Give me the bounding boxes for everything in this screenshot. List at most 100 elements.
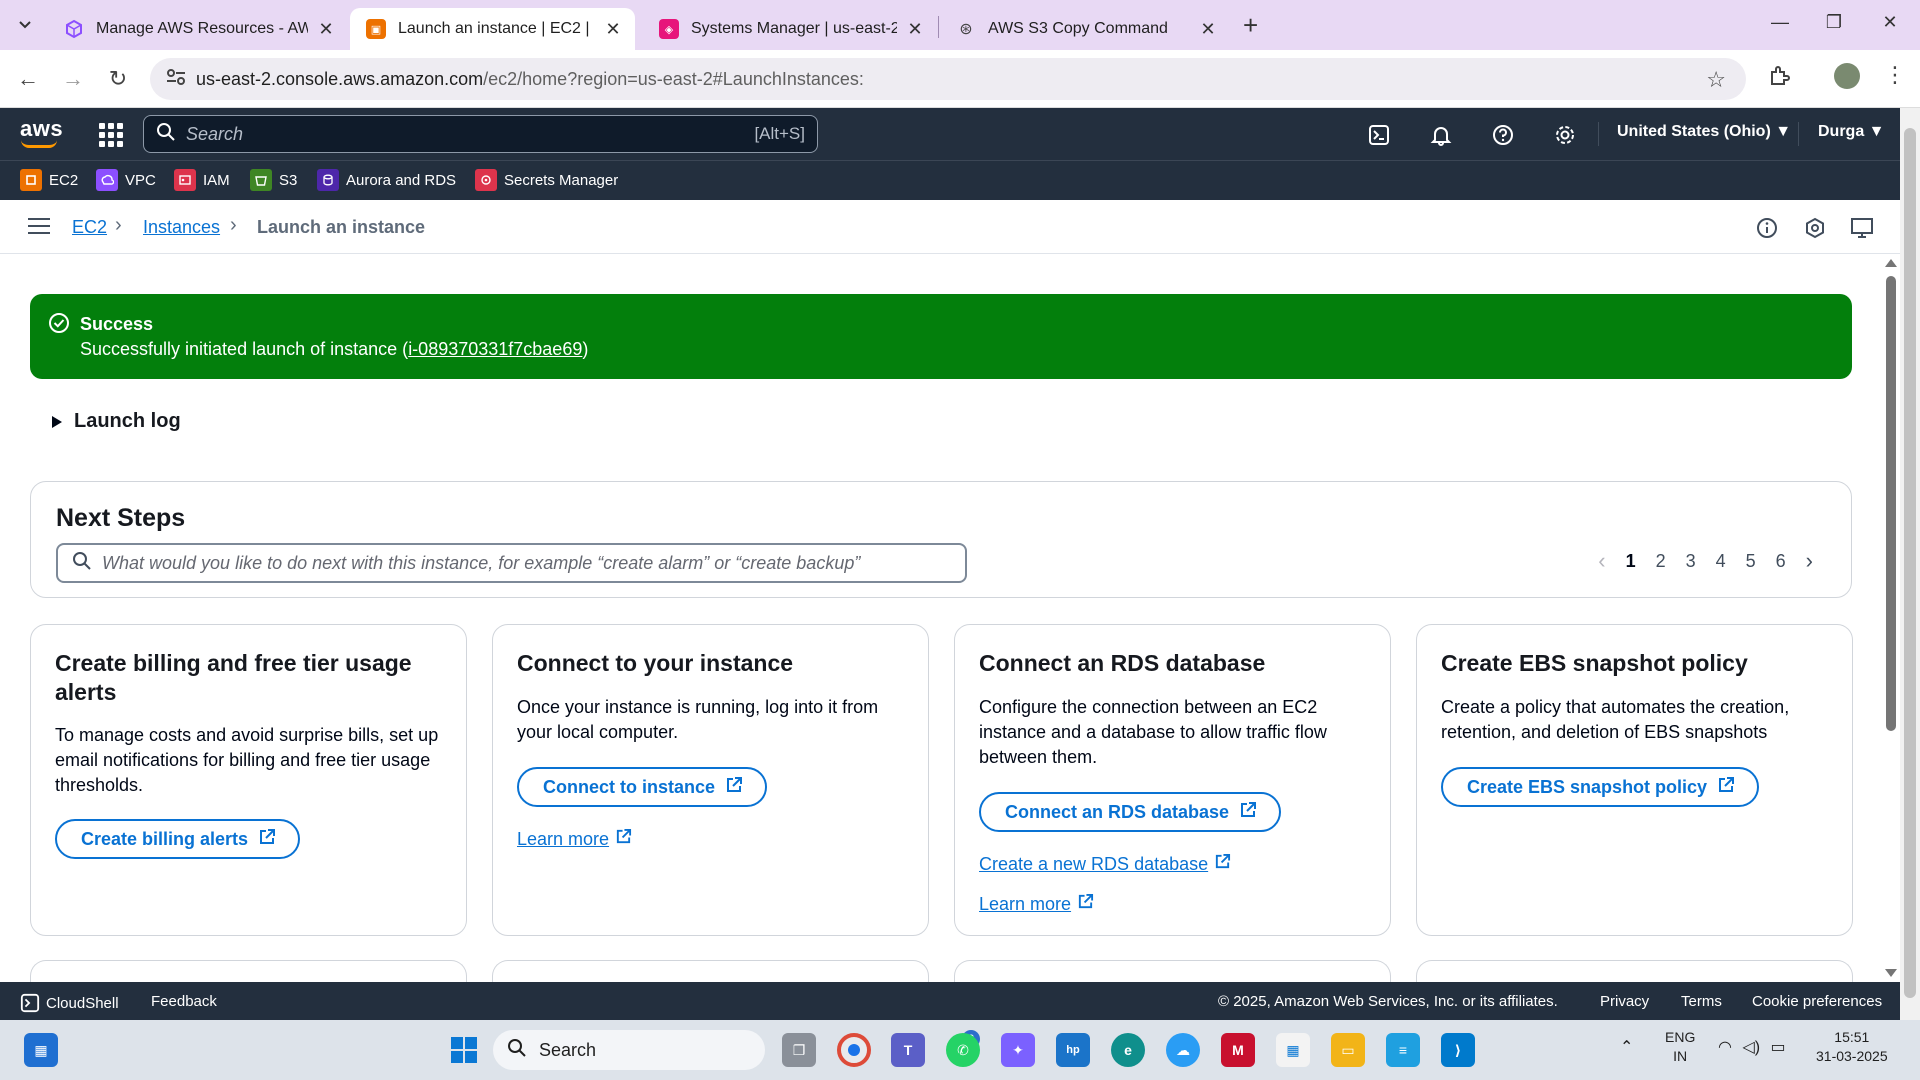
security-settings-icon[interactable]	[1803, 216, 1827, 240]
preferences-monitor-icon[interactable]	[1850, 216, 1874, 240]
back-button[interactable]: ←	[13, 66, 43, 92]
search-icon	[72, 551, 92, 576]
close-tab-icon[interactable]: ✕	[603, 19, 623, 40]
help-icon[interactable]	[1490, 122, 1516, 148]
minimize-window-button[interactable]: —	[1760, 12, 1800, 33]
page-5[interactable]: 5	[1746, 551, 1756, 572]
taskbar-search[interactable]: Search	[493, 1030, 765, 1070]
create-rds-database-link[interactable]: Create a new RDS database	[979, 853, 1231, 875]
copilot-icon[interactable]: ✦	[1001, 1033, 1035, 1067]
notepad-icon[interactable]: ≡	[1386, 1033, 1420, 1067]
vscode-icon[interactable]: ⟩	[1441, 1033, 1475, 1067]
connect-rds-database-button[interactable]: Connect an RDS database	[979, 792, 1282, 832]
tab-search-dropdown[interactable]	[8, 10, 42, 40]
edge-icon[interactable]: e	[1111, 1033, 1145, 1067]
cloudshell-icon[interactable]	[1366, 122, 1392, 148]
scroll-up-arrow-icon[interactable]	[1885, 259, 1897, 267]
cloudshell-footer-button[interactable]: CloudShell	[20, 993, 119, 1013]
clock[interactable]: 15:51 31-03-2025	[1816, 1028, 1888, 1066]
settings-gear-icon[interactable]	[1552, 122, 1578, 148]
reload-button[interactable]: ↻	[103, 66, 133, 92]
scrollbar-thumb[interactable]	[1886, 276, 1896, 731]
info-icon[interactable]	[1755, 216, 1779, 240]
whatsapp-icon[interactable]: ✆	[946, 1033, 980, 1067]
breadcrumb-ec2[interactable]: EC2	[72, 217, 107, 238]
browser-tab-3[interactable]: ◈ Systems Manager | us-east-2 ✕	[643, 8, 937, 50]
browser-tab-4[interactable]: ⊛ AWS S3 Copy Command ✕	[940, 8, 1230, 50]
create-ebs-snapshot-policy-button[interactable]: Create EBS snapshot policy	[1441, 767, 1760, 807]
favorite-iam[interactable]: IAM	[174, 169, 230, 191]
teams-icon[interactable]: T	[891, 1033, 925, 1067]
clock-date: 31-03-2025	[1816, 1048, 1888, 1064]
restore-window-button[interactable]: ❐	[1814, 12, 1854, 33]
card-title: Connect to your instance	[517, 650, 794, 676]
file-explorer-icon[interactable]: ▭	[1331, 1033, 1365, 1067]
myhp-icon[interactable]: hp	[1056, 1033, 1090, 1067]
task-view-icon[interactable]: ❐	[782, 1033, 816, 1067]
new-tab-button[interactable]: +	[1243, 12, 1258, 38]
services-grid-icon[interactable]	[99, 123, 123, 147]
notifications-bell-icon[interactable]	[1428, 122, 1454, 148]
feedback-link[interactable]: Feedback	[151, 993, 217, 1010]
content-scrollbar[interactable]	[1882, 254, 1900, 982]
page-6[interactable]: 6	[1776, 551, 1786, 572]
launch-log-expander[interactable]: Launch log	[52, 410, 181, 433]
language-indicator[interactable]: ENG IN	[1665, 1028, 1695, 1066]
page-scrollbar-thumb[interactable]	[1904, 128, 1916, 998]
region-selector[interactable]: United States (Ohio) ▼	[1617, 123, 1791, 141]
aws-logo[interactable]: aws	[20, 116, 63, 142]
wifi-volume-battery-icons[interactable]: ◠ ◁) ▭	[1718, 1038, 1786, 1057]
page-3[interactable]: 3	[1686, 551, 1696, 572]
mcafee-icon[interactable]: M	[1221, 1033, 1255, 1067]
extensions-icon[interactable]	[1768, 64, 1792, 93]
bookmark-star-icon[interactable]: ☆	[1706, 67, 1726, 93]
weather-app-icon[interactable]: ☁	[1166, 1033, 1200, 1067]
page-1[interactable]: 1	[1626, 551, 1636, 572]
show-hidden-icons-chevron-icon[interactable]: ⌃	[1620, 1038, 1633, 1057]
page-4[interactable]: 4	[1716, 551, 1726, 572]
address-bar[interactable]: us-east-2.console.aws.amazon.com/ec2/hom…	[150, 58, 1746, 100]
learn-more-link[interactable]: Learn more	[517, 828, 632, 850]
page-scrollbar[interactable]	[1900, 108, 1920, 1020]
side-nav-menu-icon[interactable]	[28, 218, 50, 239]
scroll-down-arrow-icon[interactable]	[1885, 969, 1897, 977]
iam-service-icon	[174, 169, 196, 191]
browser-tab-strip: Manage AWS Resources - AWS ✕ ▣ Launch an…	[0, 0, 1920, 50]
widgets-icon[interactable]: ▦	[24, 1033, 58, 1067]
close-window-button[interactable]: ✕	[1870, 12, 1910, 33]
favorite-ec2[interactable]: EC2	[20, 169, 78, 191]
link-label: Learn more	[517, 828, 610, 849]
favorite-s3[interactable]: S3	[250, 169, 297, 191]
profile-avatar[interactable]	[1834, 63, 1860, 89]
next-steps-search[interactable]	[56, 543, 967, 583]
connect-to-instance-button[interactable]: Connect to instance	[517, 767, 768, 807]
account-menu[interactable]: Durga ▼	[1818, 123, 1885, 141]
close-tab-icon[interactable]: ✕	[316, 19, 336, 40]
create-billing-alerts-button[interactable]: Create billing alerts	[55, 819, 301, 859]
terms-link[interactable]: Terms	[1681, 993, 1722, 1010]
privacy-link[interactable]: Privacy	[1600, 993, 1649, 1010]
windows-start-icon[interactable]	[447, 1033, 481, 1067]
previous-page-chevron-icon[interactable]: ‹	[1598, 548, 1605, 574]
favorite-aurora-rds[interactable]: Aurora and RDS	[317, 169, 456, 191]
browser-menu-icon[interactable]: ⋮	[1884, 62, 1906, 88]
microsoft-store-icon[interactable]: ▦	[1276, 1033, 1310, 1067]
url-text: us-east-2.console.aws.amazon.com/ec2/hom…	[196, 69, 864, 90]
instance-id-link[interactable]: i-089370331f7cbae69	[408, 339, 582, 359]
page-2[interactable]: 2	[1656, 551, 1666, 572]
close-tab-icon[interactable]: ✕	[1198, 19, 1218, 40]
browser-tab-2-active[interactable]: ▣ Launch an instance | EC2 | us-ea ✕	[350, 8, 635, 50]
site-settings-icon[interactable]	[156, 68, 196, 91]
browser-tab-1[interactable]: Manage AWS Resources - AWS ✕	[48, 8, 348, 50]
next-steps-search-input[interactable]	[102, 552, 965, 574]
breadcrumb-instances[interactable]: Instances	[143, 217, 220, 238]
chrome-icon[interactable]	[837, 1033, 871, 1067]
forward-button[interactable]: →	[58, 66, 88, 92]
aws-search-box[interactable]: Search [Alt+S]	[143, 115, 818, 153]
favorite-secrets-manager[interactable]: Secrets Manager	[475, 169, 618, 191]
next-page-chevron-icon[interactable]: ›	[1806, 548, 1813, 574]
favorite-vpc[interactable]: VPC	[96, 169, 156, 191]
cookie-preferences-link[interactable]: Cookie preferences	[1752, 993, 1882, 1010]
close-tab-icon[interactable]: ✕	[905, 19, 925, 40]
learn-more-link[interactable]: Learn more	[979, 893, 1094, 915]
